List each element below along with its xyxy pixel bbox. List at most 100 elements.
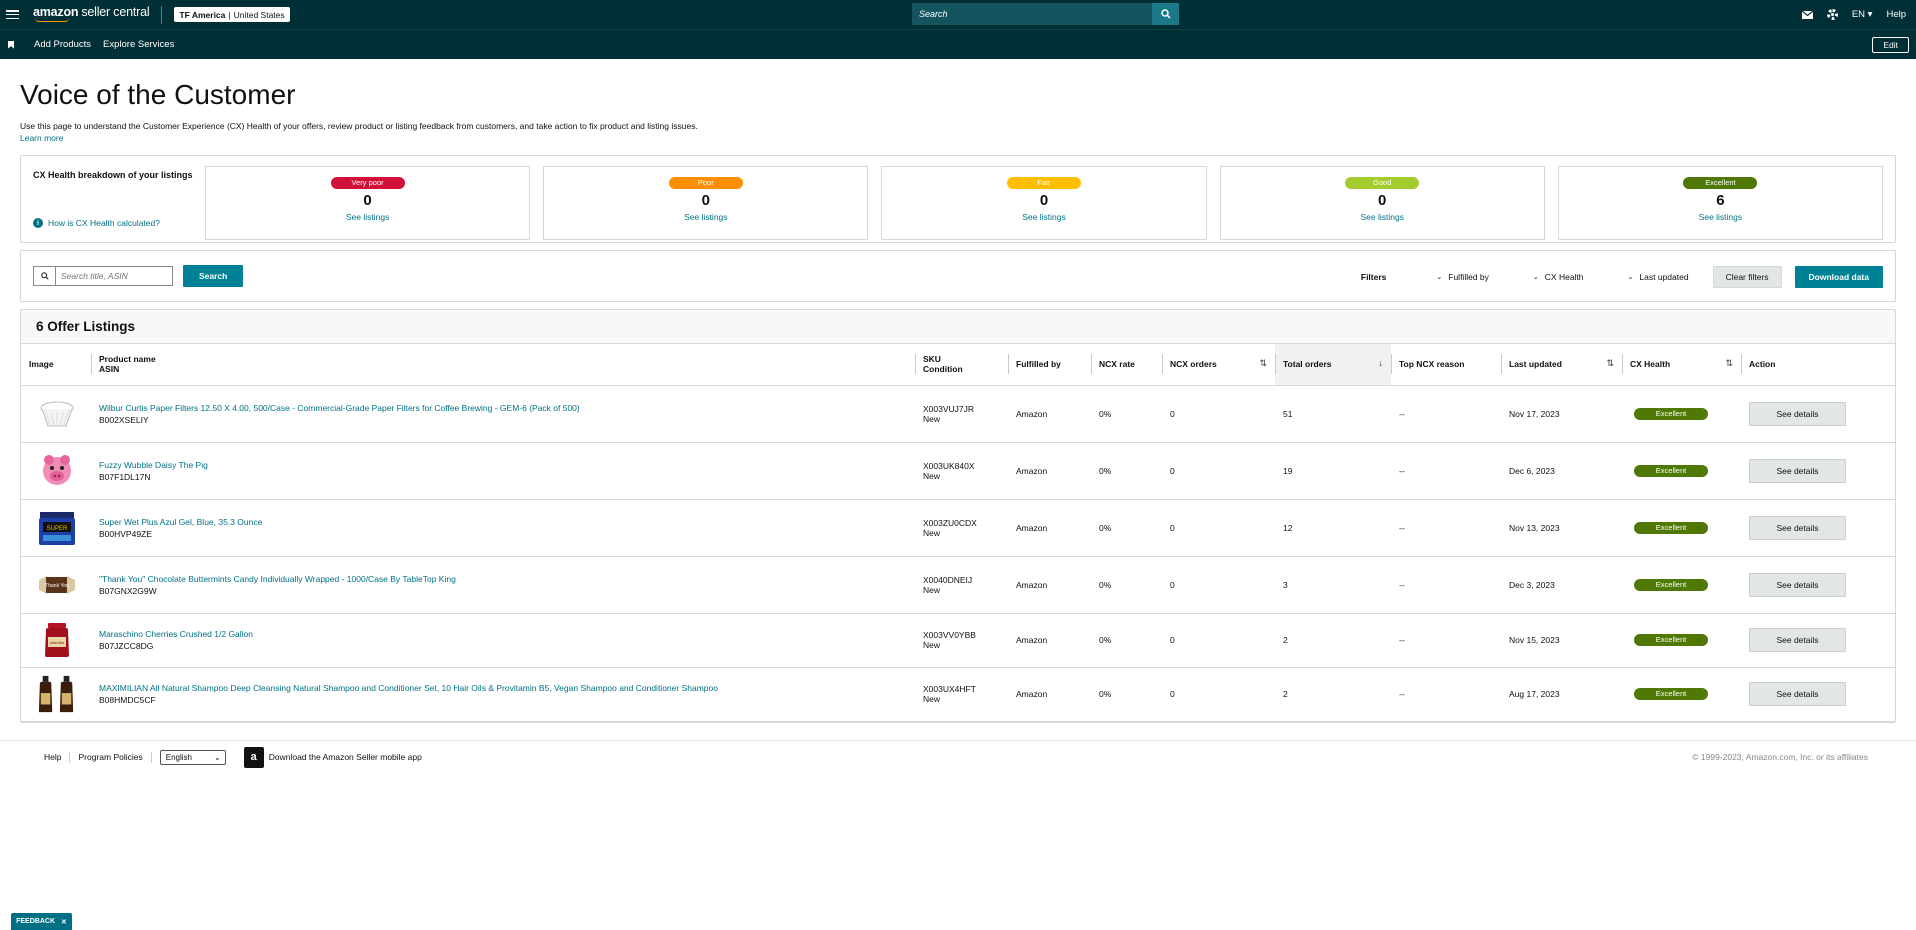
product-image[interactable]	[37, 394, 77, 434]
see-details-button[interactable]: See details	[1749, 458, 1846, 483]
cx-health-cell: Excellent	[1622, 442, 1741, 500]
product-image[interactable]	[37, 674, 77, 714]
product-name-link[interactable]: Fuzzy Wubble Daisy The Pig	[99, 460, 208, 470]
listing-search-input[interactable]	[56, 271, 166, 281]
sku-cell: X0040DNEIJ New	[915, 556, 1008, 614]
cx-health-info[interactable]: i How is CX Health calculated?	[33, 218, 160, 228]
product-image[interactable]: Thank You	[37, 565, 77, 605]
ncx-rate: 0%	[1091, 499, 1162, 557]
see-listings-link[interactable]: See listings	[684, 212, 727, 222]
download-data-button[interactable]: Download data	[1794, 266, 1883, 288]
see-details-button[interactable]: See details	[1749, 682, 1846, 706]
footer-help-link[interactable]: Help	[44, 752, 61, 762]
how-cx-health-link[interactable]: How is CX Health calculated?	[48, 218, 160, 228]
action-cell: See details	[1741, 499, 1895, 557]
last-updated-filter[interactable]: ⌄ Last updated	[1628, 272, 1689, 282]
col-total-orders[interactable]: Total orders ↓	[1275, 344, 1391, 386]
edit-button[interactable]: Edit	[1872, 37, 1909, 53]
col-last-updated[interactable]: Last updated ⇅	[1501, 344, 1622, 386]
clear-filters-button[interactable]: Clear filters	[1712, 266, 1782, 288]
product-image[interactable]: cherries	[37, 620, 77, 660]
menu-icon[interactable]	[6, 10, 19, 19]
product-image[interactable]: SUPER	[37, 508, 77, 548]
fulfilled-by: Amazon	[1008, 385, 1091, 443]
col-ncx-rate[interactable]: NCX rate	[1091, 344, 1162, 386]
ncx-rate: 0%	[1091, 442, 1162, 500]
column-separator	[915, 354, 916, 374]
product-name-link[interactable]: Super Wet Plus Azul Gel, Blue, 35.3 Ounc…	[99, 517, 262, 527]
svg-text:Thank You: Thank You	[45, 583, 69, 589]
col-sku[interactable]: SKU Condition	[915, 344, 1008, 386]
close-icon[interactable]: ✕	[61, 918, 67, 926]
nav-add-products[interactable]: Add Products	[34, 39, 91, 50]
gear-icon[interactable]	[1826, 9, 1838, 20]
sort-icon[interactable]: ⇅	[1606, 358, 1614, 369]
product-name-link[interactable]: MAXIMILIAN All Natural Shampoo Deep Clea…	[99, 683, 718, 693]
download-app-link[interactable]: Download the Amazon Seller mobile app	[269, 752, 422, 762]
mail-icon[interactable]	[1801, 10, 1813, 19]
sort-icon[interactable]: ⇅	[1725, 358, 1733, 369]
feedback-tab[interactable]: FEEDBACK ✕	[11, 913, 72, 930]
page-intro: Use this page to understand the Customer…	[20, 121, 698, 131]
product-name-link[interactable]: "Thank You" Chocolate Buttermints Candy …	[99, 574, 456, 584]
product-image-cell: SUPER	[21, 499, 91, 557]
fulfilled-by-filter[interactable]: ⌄ Fulfilled by	[1436, 272, 1489, 282]
col-top-reason[interactable]: Top NCX reason	[1391, 344, 1501, 386]
total-orders: 3	[1275, 556, 1391, 614]
footer-program-policies-link[interactable]: Program Policies	[78, 752, 142, 762]
see-listings-link[interactable]: See listings	[1022, 212, 1065, 222]
cx-health-badge: Excellent	[1634, 407, 1708, 420]
chevron-down-icon: ⌄	[1532, 274, 1539, 281]
cx-health-heading: CX Health breakdown of your listings	[33, 170, 193, 180]
see-listings-link[interactable]: See listings	[1360, 212, 1403, 222]
table-row: cherries Maraschino Cherries Crushed 1/2 …	[21, 613, 1895, 668]
see-details-button[interactable]: See details	[1749, 628, 1846, 652]
product-cell: Wilbur Curtis Paper Filters 12.50 X 4.00…	[91, 385, 915, 443]
last-updated: Nov 15, 2023	[1501, 613, 1622, 668]
product-name-link[interactable]: Wilbur Curtis Paper Filters 12.50 X 4.00…	[99, 403, 580, 413]
health-count: 6	[1716, 192, 1725, 209]
sort-icon[interactable]: ⇅	[1259, 358, 1267, 369]
nav-explore-services[interactable]: Explore Services	[103, 39, 174, 50]
product-image-cell	[21, 385, 91, 443]
col-product[interactable]: Product name ASIN	[91, 344, 915, 386]
see-listings-link[interactable]: See listings	[346, 212, 389, 222]
global-search-input[interactable]: Search	[912, 3, 1152, 25]
search-button[interactable]: Search	[183, 265, 244, 287]
last-updated: Aug 17, 2023	[1501, 667, 1622, 722]
ncx-orders: 0	[1162, 442, 1275, 500]
sort-descending-icon[interactable]: ↓	[1379, 358, 1384, 368]
ncx-orders: 0	[1162, 556, 1275, 614]
action-cell: See details	[1741, 385, 1895, 443]
store-selector[interactable]: TF America | United States	[174, 7, 290, 22]
global-search-button[interactable]	[1152, 3, 1179, 25]
chevron-down-icon: ⌄	[214, 752, 221, 762]
col-fulfilled[interactable]: Fulfilled by	[1008, 344, 1091, 386]
cx-health-badge: Excellent	[1634, 521, 1708, 534]
col-action: Action	[1741, 344, 1895, 386]
cx-health-filter[interactable]: ⌄ CX Health	[1533, 272, 1584, 282]
col-top-reason-label: Top NCX reason	[1399, 359, 1465, 370]
language-selector[interactable]: EN ▾	[1852, 9, 1873, 20]
seller-app-icon[interactable]: a	[243, 746, 264, 768]
col-ncx-orders[interactable]: NCX orders ⇅	[1162, 344, 1275, 386]
product-image-cell	[21, 442, 91, 500]
see-listings-link[interactable]: See listings	[1699, 212, 1742, 222]
seller-central-logo[interactable]: amazon seller central	[33, 6, 150, 22]
learn-more-link[interactable]: Learn more	[20, 133, 63, 143]
help-link[interactable]: Help	[1886, 9, 1906, 20]
see-details-button[interactable]: See details	[1749, 515, 1846, 540]
product-name-link[interactable]: Maraschino Cherries Crushed 1/2 Gallon	[99, 629, 253, 639]
see-details-button[interactable]: See details	[1749, 572, 1846, 597]
last-updated-label: Last updated	[1639, 272, 1689, 282]
last-updated: Nov 17, 2023	[1501, 385, 1622, 443]
bookmark-icon[interactable]	[8, 40, 14, 49]
condition: New	[923, 470, 941, 481]
col-ncx-orders-label: NCX orders	[1170, 359, 1217, 370]
col-cx-health[interactable]: CX Health ⇅	[1622, 344, 1741, 386]
product-image[interactable]	[37, 451, 77, 491]
ncx-orders: 0	[1162, 667, 1275, 722]
footer-language-select[interactable]: English ⌄	[159, 749, 226, 765]
see-details-button[interactable]: See details	[1749, 401, 1846, 426]
search-icon	[34, 267, 56, 285]
